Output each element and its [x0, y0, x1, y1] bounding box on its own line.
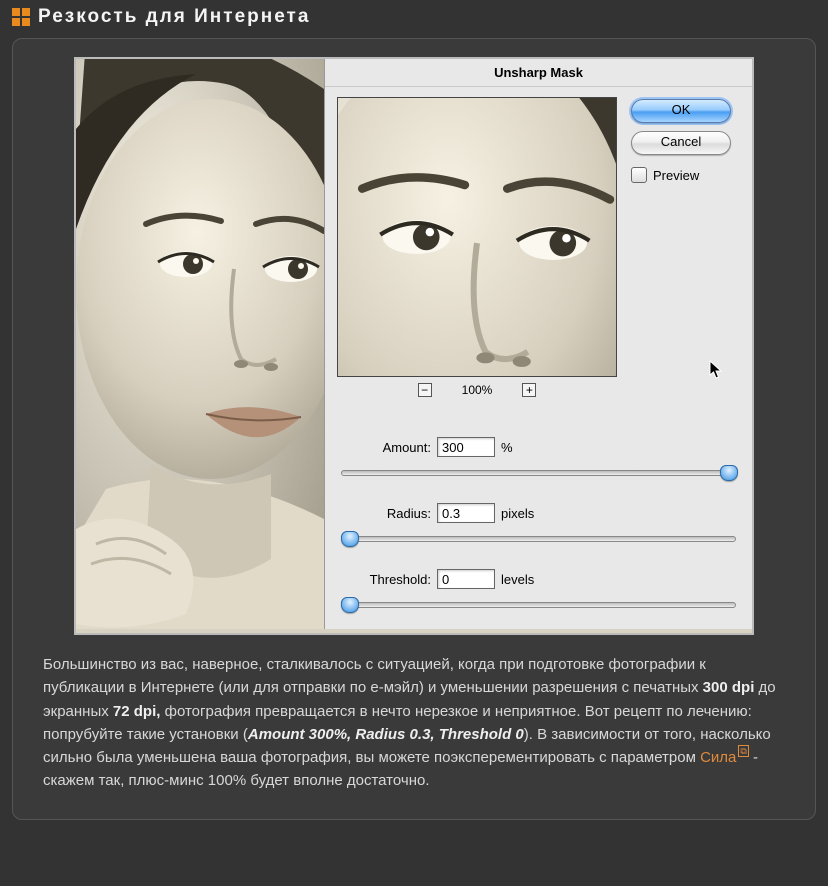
amount-unit: %: [501, 440, 513, 455]
zoom-out-button[interactable]: −: [418, 383, 432, 397]
article-text: Большинство из вас, наверное, сталкивало…: [27, 653, 801, 793]
ok-button[interactable]: OK: [631, 99, 731, 123]
threshold-slider-thumb[interactable]: [341, 597, 359, 613]
preview-checkbox[interactable]: [631, 167, 647, 183]
amount-input[interactable]: [437, 437, 495, 457]
radius-unit: pixels: [501, 506, 534, 521]
radius-slider-thumb[interactable]: [341, 531, 359, 547]
amount-slider[interactable]: [341, 463, 736, 481]
tutorial-screenshot: Unsharp Mask: [74, 57, 754, 635]
zoom-in-button[interactable]: +: [522, 383, 536, 397]
amount-slider-thumb[interactable]: [720, 465, 738, 481]
page-title: Резкость для Интернета: [38, 6, 310, 28]
threshold-unit: levels: [501, 572, 534, 587]
amount-label: Amount:: [341, 440, 431, 455]
radius-slider[interactable]: [341, 529, 736, 547]
zoom-level: 100%: [462, 383, 493, 397]
unsharp-mask-dialog: Unsharp Mask: [324, 59, 752, 629]
threshold-slider[interactable]: [341, 595, 736, 613]
cancel-button[interactable]: Cancel: [631, 131, 731, 155]
threshold-label: Threshold:: [341, 572, 431, 587]
radius-label: Radius:: [341, 506, 431, 521]
threshold-input[interactable]: [437, 569, 495, 589]
dialog-title: Unsharp Mask: [325, 59, 752, 87]
article-panel: Unsharp Mask: [12, 38, 816, 820]
sila-link[interactable]: Сила⧉: [700, 749, 749, 766]
preview-checkbox-label: Preview: [653, 168, 699, 183]
sample-photo: [76, 59, 324, 629]
preview-image[interactable]: [337, 97, 617, 377]
grid-logo-icon: [12, 8, 30, 26]
radius-input[interactable]: [437, 503, 495, 523]
